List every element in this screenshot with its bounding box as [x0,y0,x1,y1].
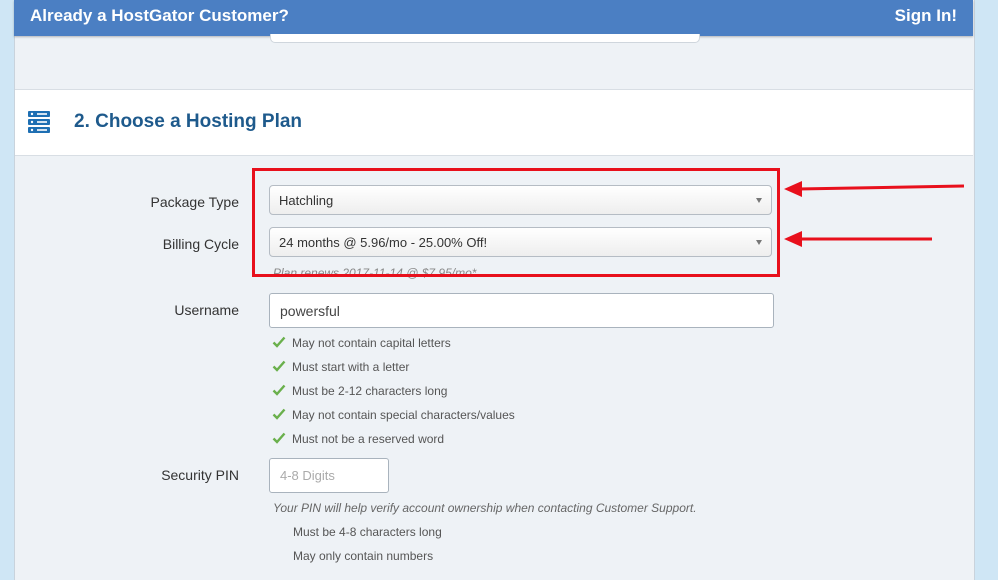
username-rule: May not contain capital letters [272,335,451,350]
check-icon [272,383,286,397]
package-type-select[interactable]: Hatchling [269,185,772,215]
billing-cycle-label: Billing Cycle [162,236,239,252]
security-pin-help: Your PIN will help verify account owners… [273,501,697,515]
rule-text: Must be 2-12 characters long [292,384,448,398]
chevron-down-icon [756,240,762,245]
server-icon [28,111,50,138]
rule-text: Must start with a letter [292,360,410,374]
username-rule: Must not be a reserved word [272,431,444,446]
billing-cycle-value: 24 months @ 5.96/mo - 25.00% Off! [279,235,488,250]
rule-text: May not contain capital letters [292,336,451,350]
sign-in-link[interactable]: Sign In! [895,6,957,26]
check-icon [272,359,286,373]
rule-text: Must not be a reserved word [292,432,445,446]
customer-prompt-text: Already a HostGator Customer? [30,6,289,25]
section-title: 2. Choose a Hosting Plan [74,111,303,132]
check-icon [272,431,286,445]
billing-cycle-select[interactable]: 24 months @ 5.96/mo - 25.00% Off! [269,227,772,257]
chevron-down-icon [756,198,762,203]
package-type-value: Hatchling [279,193,334,208]
plan-renewal-note: Plan renews 2017-11-14 @ $7.95/mo* [273,266,477,280]
username-input[interactable]: powersful [269,293,774,328]
form-panel [14,0,975,580]
username-rule: Must be 2-12 characters long [272,383,447,398]
username-rule: Must start with a letter [272,359,409,374]
pin-rule: May only contain numbers [293,549,434,563]
check-icon [272,335,286,349]
check-icon [272,407,286,421]
rule-text: May not contain special characters/value… [292,408,515,422]
username-label: Username [174,302,239,318]
customer-login-bar: Already a HostGator Customer? Sign In! [14,0,973,36]
package-type-label: Package Type [150,194,239,210]
security-pin-input[interactable] [269,458,389,493]
security-pin-label: Security PIN [161,467,239,483]
username-rule: May not contain special characters/value… [272,407,515,422]
hosting-plan-section-header: 2. Choose a Hosting Plan [15,89,973,156]
pin-rule: Must be 4-8 characters long [293,525,442,539]
previous-section-box [270,34,700,43]
